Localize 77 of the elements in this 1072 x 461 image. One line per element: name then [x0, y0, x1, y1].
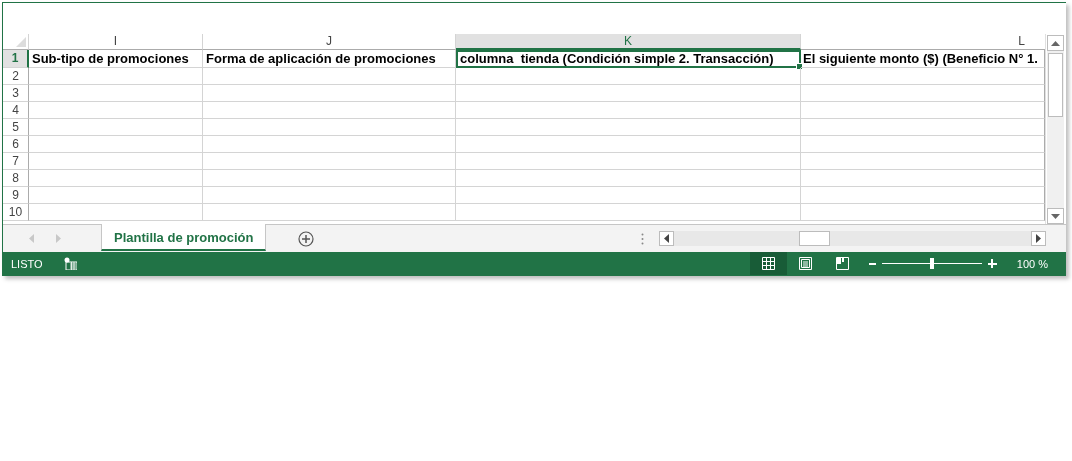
table-cell[interactable] — [801, 136, 1045, 153]
scroll-up-button[interactable] — [1047, 35, 1064, 51]
table-cell[interactable]: columna tienda (Condición simple 2. Transacción) — [456, 50, 801, 68]
row-header[interactable]: 4 — [3, 102, 29, 119]
table-cell[interactable] — [29, 187, 203, 204]
scroll-thumb[interactable] — [1048, 53, 1063, 117]
normal-view-icon[interactable] — [749, 252, 787, 275]
row-header[interactable]: 6 — [3, 136, 29, 153]
column-header[interactable]: K — [456, 34, 801, 50]
table-cell[interactable] — [801, 153, 1045, 170]
status-text: LISTO — [11, 257, 43, 270]
table-cell[interactable] — [203, 102, 456, 119]
table-cell[interactable] — [203, 187, 456, 204]
table-cell[interactable] — [456, 119, 801, 136]
row-header[interactable]: 2 — [3, 68, 29, 85]
table-cell[interactable] — [29, 102, 203, 119]
row-header[interactable]: 1 — [3, 50, 29, 68]
row-header[interactable]: 10 — [3, 204, 29, 221]
table-cell[interactable]: El siguiente monto ($) (Beneficio N° 1. — [801, 50, 1045, 68]
up-arrow-icon — [1051, 40, 1060, 46]
table-cell[interactable] — [203, 85, 456, 102]
table-cell[interactable] — [29, 170, 203, 187]
table-cell[interactable] — [29, 119, 203, 136]
right-arrow-icon — [1036, 234, 1041, 243]
table-cell[interactable] — [801, 170, 1045, 187]
table-cell[interactable] — [801, 68, 1045, 85]
table-cell[interactable] — [801, 102, 1045, 119]
table-cell[interactable] — [801, 204, 1045, 221]
table-cell[interactable] — [801, 187, 1045, 204]
splitter-handle-icon[interactable] — [641, 232, 644, 245]
scroll-left-button[interactable] — [659, 231, 674, 246]
zoom-out-button[interactable] — [868, 262, 876, 265]
row-header[interactable]: 5 — [3, 119, 29, 136]
sheet-tab[interactable]: Plantilla de promoción — [101, 224, 267, 251]
table-cell[interactable]: Sub-tipo de promociones — [29, 50, 203, 68]
row-header[interactable]: 9 — [3, 187, 29, 204]
table-cell[interactable] — [456, 170, 801, 187]
column-header[interactable]: L — [801, 34, 1045, 50]
table-cell[interactable] — [29, 68, 203, 85]
row-header[interactable]: 7 — [3, 153, 29, 170]
previous-sheet-icon[interactable] — [29, 234, 34, 243]
macro-recording-icon[interactable] — [63, 257, 77, 270]
table-cell[interactable] — [203, 170, 456, 187]
scroll-right-button[interactable] — [1031, 231, 1046, 246]
row-header[interactable]: 8 — [3, 170, 29, 187]
row-header[interactable]: 3 — [3, 85, 29, 102]
scroll-down-button[interactable] — [1047, 208, 1064, 224]
table-cell[interactable] — [801, 85, 1045, 102]
scroll-thumb[interactable] — [799, 231, 830, 246]
down-arrow-icon — [1051, 213, 1060, 219]
zoom-slider[interactable] — [929, 258, 934, 269]
table-cell[interactable] — [456, 187, 801, 204]
zoom-level[interactable]: 100 % — [1016, 257, 1048, 270]
table-cell[interactable] — [29, 136, 203, 153]
table-cell[interactable] — [203, 153, 456, 170]
table-cell[interactable] — [456, 153, 801, 170]
left-arrow-icon — [664, 234, 669, 243]
table-cell[interactable] — [456, 204, 801, 221]
table-cell[interactable] — [203, 204, 456, 221]
table-cell[interactable] — [29, 153, 203, 170]
table-cell[interactable] — [456, 136, 801, 153]
next-sheet-icon[interactable] — [56, 234, 61, 243]
add-sheet-icon[interactable] — [298, 230, 315, 247]
table-cell[interactable]: Forma de aplicación de promociones — [203, 50, 456, 68]
triangle-icon — [16, 37, 26, 47]
table-cell[interactable] — [29, 204, 203, 221]
table-cell[interactable] — [456, 68, 801, 85]
table-cell[interactable] — [203, 68, 456, 85]
column-header[interactable]: I — [29, 34, 203, 50]
table-cell[interactable] — [29, 85, 203, 102]
column-header[interactable]: J — [203, 34, 456, 50]
table-cell[interactable] — [456, 85, 801, 102]
table-cell[interactable] — [456, 102, 801, 119]
table-cell[interactable] — [203, 119, 456, 136]
table-cell[interactable] — [801, 119, 1045, 136]
table-cell[interactable] — [203, 136, 456, 153]
select-all-button[interactable] — [3, 34, 29, 50]
